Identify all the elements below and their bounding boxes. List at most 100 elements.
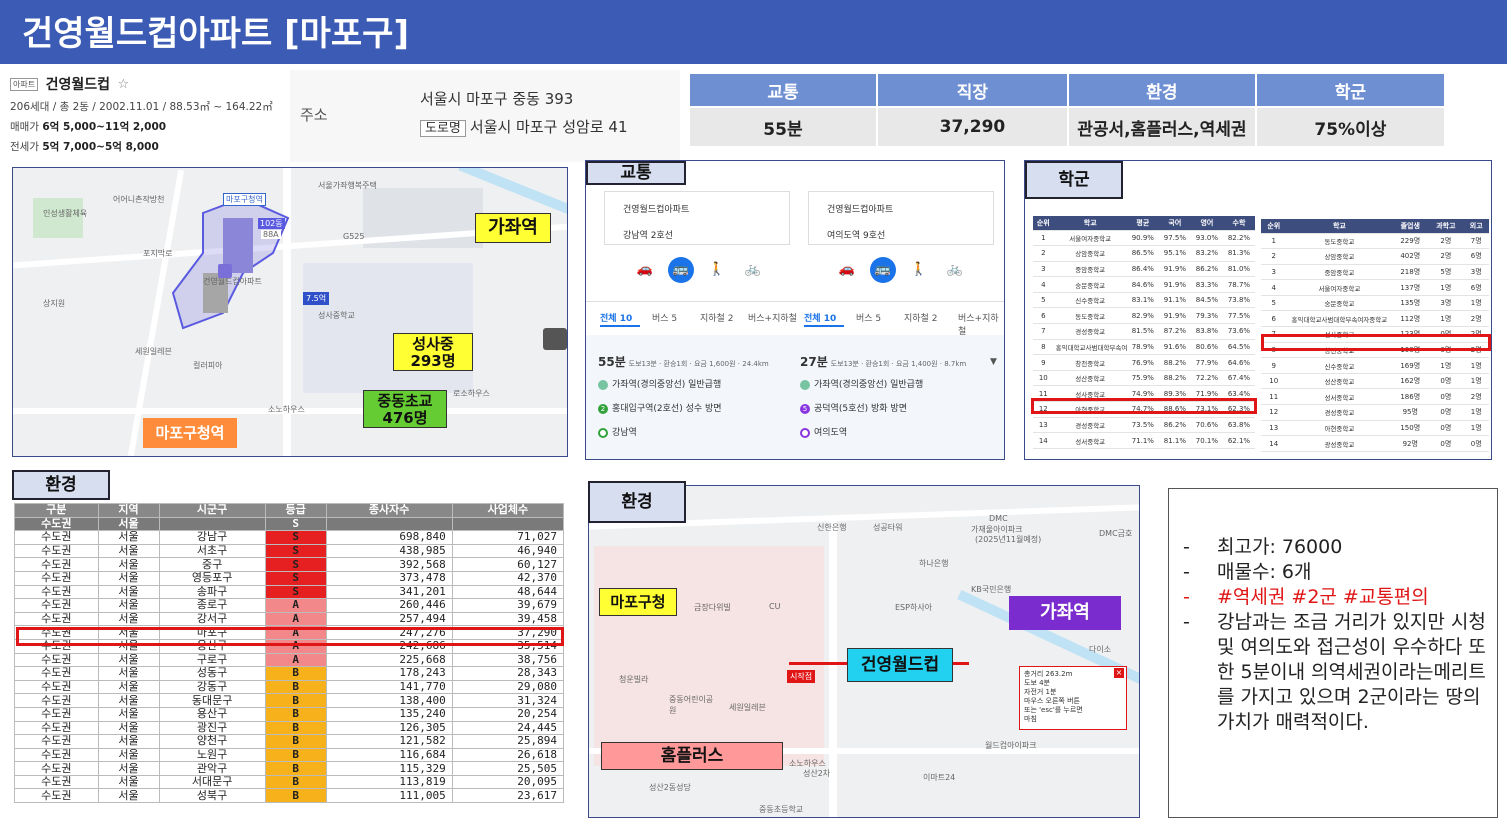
note-item: 매물수: 6개: [1183, 560, 1488, 585]
table-header-cell: 사업체수: [451, 503, 565, 518]
environment-map[interactable]: DMC 가재울아이파크 (2025년11월예정) 신한은행 성공타워 하나은행 …: [588, 485, 1140, 818]
transit-left-to[interactable]: 강남역 2호선: [623, 228, 673, 241]
tab-bus-subway[interactable]: 버스+지하철: [958, 311, 1004, 337]
table-cell: B: [264, 734, 327, 749]
tab-bus[interactable]: 버스 5: [652, 311, 677, 324]
table-cell: 39,458: [451, 611, 565, 627]
table-cell: 169명: [1392, 357, 1429, 374]
address-box: 주소 서울시 마포구 중동 393 도로명 서울시 마포구 성암로 41: [290, 70, 680, 162]
table-cell: 79.3%: [1190, 307, 1223, 325]
tab-subway[interactable]: 지하철 2: [700, 311, 733, 324]
car-icon[interactable]: 🚗: [834, 257, 860, 283]
table-cell: 218명: [1392, 264, 1429, 281]
table-cell: 서울: [97, 570, 160, 586]
table-cell: 9: [1261, 357, 1287, 374]
table-cell: 6명: [1463, 248, 1489, 265]
table-row: 12 경성중학교 95명 0명 1명: [1261, 404, 1489, 421]
table-cell: 3명: [1428, 295, 1464, 312]
map-label: 성산2동성당: [649, 783, 691, 792]
table-cell: 86.2%: [1158, 417, 1191, 434]
map-label: 세원일레븐: [729, 703, 766, 712]
table-cell: 698,840: [325, 530, 453, 545]
map-label: 하나은행: [919, 559, 949, 568]
table-cell: 91.9%: [1158, 307, 1191, 325]
table-row: 수도권 서울 강남구 S 698,840 71,027: [14, 530, 565, 545]
table-cell: B: [264, 693, 327, 708]
summary-value-transit: 55분: [688, 106, 878, 148]
table-cell: 137명: [1392, 279, 1429, 296]
table-cell: 서울여자중학교: [1053, 230, 1127, 247]
address-label: 주소: [300, 106, 328, 124]
table-cell: 수도권: [14, 679, 99, 695]
note-item: 강남과는 조금 거리가 있지만 시청및 여의도와 접근성이 우수하다 또한 5분…: [1183, 610, 1488, 735]
table-cell: S: [264, 584, 327, 600]
map-label: G525: [343, 232, 365, 241]
table-cell: 1명: [1463, 373, 1489, 390]
table-header-cell: 졸업생: [1392, 219, 1429, 234]
star-icon[interactable]: ☆: [118, 77, 130, 92]
start-marker[interactable]: 시작점: [787, 670, 816, 683]
table-row: 4 숭문중학교 84.6% 91.9% 83.3% 78.7%: [1033, 276, 1255, 293]
transit-right-search[interactable]: 건영월드컵아파트 여의도역 9호선: [808, 191, 994, 245]
table-cell: 1명: [1428, 357, 1464, 374]
table-cell: 71,027: [451, 530, 565, 545]
table-row: 2 상암중학교 86.5% 95.1% 83.2% 81.3%: [1033, 245, 1255, 262]
transit-left-search[interactable]: 건영월드컵아파트 강남역 2호선: [604, 191, 790, 245]
table-header-cell: 수학: [1222, 216, 1255, 231]
price-marker[interactable]: 7.5억: [303, 292, 330, 305]
tab-all[interactable]: 전체 10: [600, 311, 632, 324]
route-left-meta: 도보13분 · 환승1회 · 요금 1,600원 · 24.4km: [628, 360, 769, 368]
bike-icon[interactable]: 🚲: [942, 257, 968, 283]
table-cell: 수도권: [14, 584, 99, 600]
table-row: 수도권 서울 광진구 B 126,305 24,445: [14, 720, 565, 736]
route-right-meta: 도보13분 · 환승1회 · 요금 1,400원 · 8.7km: [830, 360, 967, 368]
tab-subway[interactable]: 지하철 2: [904, 311, 937, 324]
transit-right-to[interactable]: 여의도역 9호선: [827, 228, 885, 241]
bike-icon[interactable]: 🚲: [740, 257, 766, 283]
tab-all[interactable]: 전체 10: [804, 311, 836, 324]
table-cell: 서울: [97, 598, 160, 613]
table-cell: 23,617: [451, 788, 565, 804]
table-cell: 260,446: [325, 598, 453, 613]
map-label: 컬러피아: [193, 361, 223, 370]
table-cell: 95.1%: [1158, 245, 1191, 262]
table-cell: 구로구: [158, 652, 266, 668]
table-cell: B: [264, 706, 327, 722]
table-cell: B: [264, 788, 327, 804]
table-cell: 0명: [1428, 373, 1464, 390]
map-label: DMC금호: [1099, 529, 1133, 538]
table-cell: 중암중학교: [1286, 264, 1393, 281]
location-map[interactable]: 어어니촌작방천 인성생활체육 서울가좌행복주택 G525 마포구청역 포지막로 …: [12, 167, 568, 457]
table-cell: 영등포구: [158, 570, 266, 586]
table-cell: 77.9%: [1190, 354, 1223, 371]
table-cell: B: [264, 679, 327, 695]
tab-bus-subway[interactable]: 버스+지하철: [748, 311, 797, 324]
table-cell: 82.2%: [1222, 230, 1255, 247]
bus-icon[interactable]: 🚌: [668, 257, 694, 283]
apt-marker-icon[interactable]: [218, 264, 232, 278]
table-cell: 1명: [1428, 310, 1464, 328]
bus-icon[interactable]: 🚌: [870, 257, 896, 283]
route-right-s3: 여의도역: [814, 428, 848, 438]
distance-popup[interactable]: 총거리 263.2m 도보 4분 자전거 1분 마우스 오른쪽 버튼 또는 'e…: [1019, 666, 1127, 730]
chevron-down-icon[interactable]: ▼: [990, 357, 997, 367]
walk-icon[interactable]: 🚶: [906, 257, 932, 283]
table-cell: 3명: [1463, 264, 1489, 281]
table-cell: 64.5%: [1222, 339, 1255, 356]
table-cell: 392,568: [325, 557, 453, 572]
summary-header-transit: 교통: [688, 72, 878, 108]
map-label: 상지원: [43, 299, 66, 308]
table-cell: 동도중학교: [1053, 307, 1127, 325]
table-cell: 257,494: [325, 611, 453, 627]
transit-left-from[interactable]: 건영월드컵아파트: [623, 202, 689, 215]
route-list[interactable]: 55분 도보13분 · 환승1회 · 요금 1,600원 · 24.4km 가좌…: [586, 335, 1004, 459]
map-label: 포지막로: [143, 249, 173, 258]
car-icon[interactable]: 🚗: [632, 257, 658, 283]
map-label: 금장다위빌: [694, 603, 731, 612]
transit-right-from[interactable]: 건영월드컵아파트: [827, 202, 893, 215]
employment-table: 구분 지역 시군구 등급 종사자수 사업체수 수도권 서울 S 수도권 서울 강남구 S 698,840 7…: [14, 503, 565, 804]
walk-icon[interactable]: 🚶: [704, 257, 730, 283]
tab-bus[interactable]: 버스 5: [856, 311, 881, 324]
close-icon[interactable]: ×: [1114, 668, 1124, 678]
table-cell: 229명: [1392, 233, 1429, 250]
